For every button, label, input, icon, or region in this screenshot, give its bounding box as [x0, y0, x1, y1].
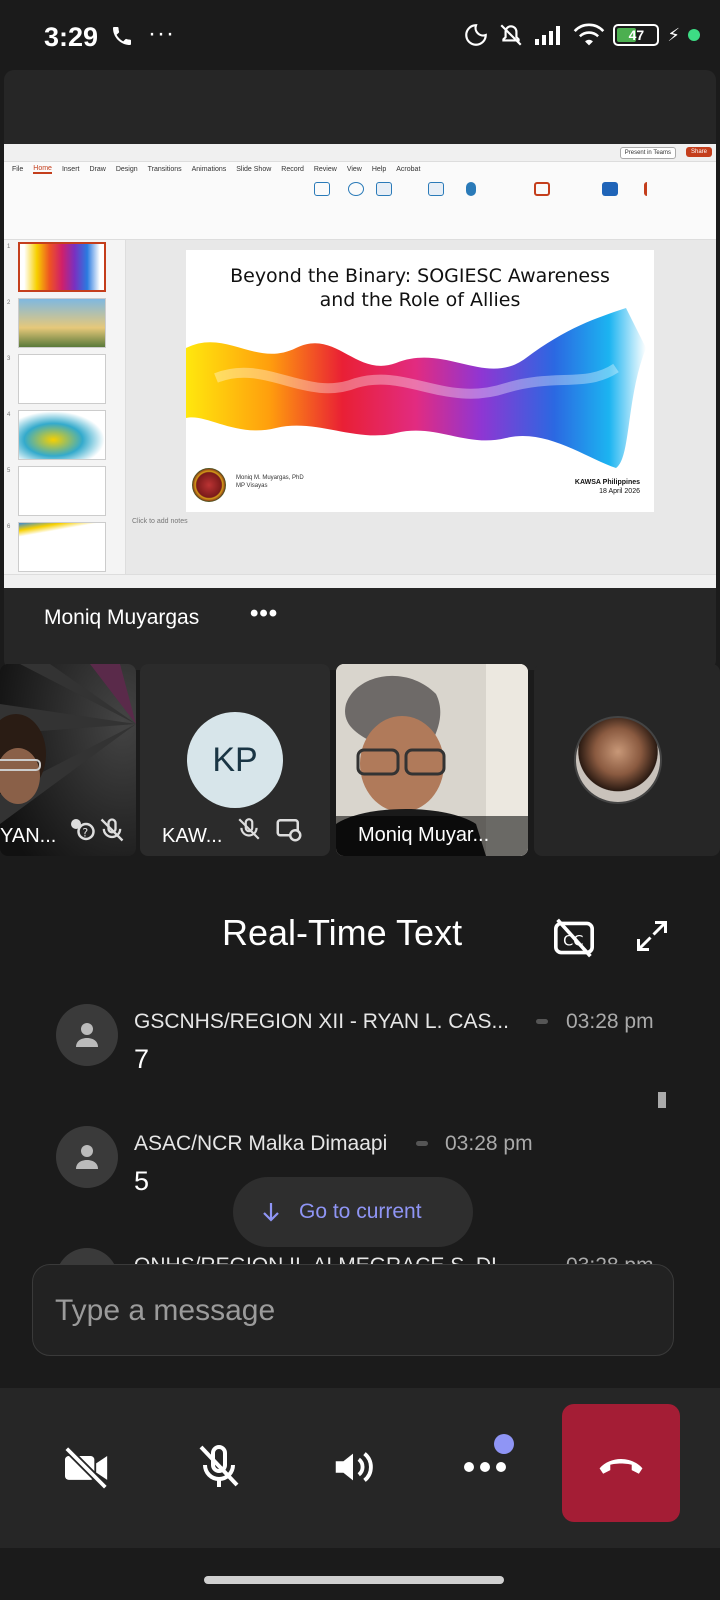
- person-icon: [76, 1023, 98, 1047]
- ppt-share-button: Share: [685, 147, 712, 157]
- scrollbar[interactable]: [658, 1092, 666, 1108]
- mic-off-icon: [199, 1445, 239, 1487]
- message-time: 03:28 pm: [566, 1010, 654, 1033]
- shared-content-stage[interactable]: Present in Teams Share File Home Insert Dra…: [4, 70, 716, 670]
- sender-name: GSCNHS/REGION XII - RYAN L. CAS...: [134, 1010, 509, 1033]
- status-time: 3:29: [44, 22, 99, 52]
- ppt-tab: Draw: [89, 165, 106, 173]
- presenter-more-button[interactable]: •••: [250, 600, 278, 628]
- slide-presenter: Moniq M. Muyargas, PhD MP Visayas: [236, 475, 304, 489]
- notification-dot: [494, 1434, 514, 1454]
- person-icon: [76, 1145, 98, 1169]
- mute-icon: [500, 24, 522, 46]
- slide-organization: KAWSA Philippines 18 April 2026: [574, 479, 640, 495]
- slide-title: Beyond the Binary: SOGIESC Awareness and…: [230, 265, 610, 311]
- mic-off-icon: [100, 818, 124, 842]
- speaker-icon: [335, 1452, 373, 1482]
- ppt-tab: Acrobat: [396, 165, 421, 173]
- privacy-indicator: [688, 29, 700, 41]
- avatar: [574, 716, 662, 804]
- svg-text:?: ?: [82, 827, 88, 840]
- camera-off-button[interactable]: [32, 1412, 142, 1522]
- present-in-teams-button: Present in Teams: [619, 147, 676, 159]
- participant-tile[interactable]: Moniq Muyar...: [336, 664, 528, 856]
- presenter-name: Moniq Muyargas: [44, 606, 200, 629]
- home-indicator[interactable]: [204, 1576, 504, 1584]
- hang-up-button[interactable]: [562, 1404, 680, 1522]
- ppt-tab: Help: [371, 165, 387, 173]
- ppt-ribbon-tabs: File Home Insert Draw Design Transitions Anima…: [4, 162, 716, 176]
- speaker-button[interactable]: [298, 1412, 408, 1522]
- ppt-tab: Insert: [61, 165, 80, 173]
- ppt-tab: File: [12, 165, 24, 173]
- avatar: [56, 1004, 118, 1066]
- ppt-titlebar: Present in Teams Share: [4, 144, 716, 162]
- video-off-icon: [64, 1446, 108, 1489]
- ppt-tab: Home: [33, 164, 52, 174]
- ppt-tab: Review: [313, 165, 337, 173]
- typing-indicator: [416, 1141, 428, 1146]
- avatar: [56, 1126, 118, 1188]
- slide-thumbnails: 1 2 3 4 5 6: [4, 240, 126, 574]
- ppt-tab: Design: [115, 165, 138, 173]
- status-more: ···: [148, 20, 175, 47]
- message-input[interactable]: [55, 1291, 645, 1331]
- ppt-tab: View: [346, 165, 362, 173]
- current-slide: Beyond the Binary: SOGIESC Awareness and…: [186, 250, 654, 512]
- participant-name: YAN...: [0, 825, 57, 847]
- go-to-current-button[interactable]: Go to current: [233, 1177, 473, 1247]
- captions-off-icon[interactable]: CC: [552, 918, 596, 958]
- rainbow-smoke-graphic: [186, 308, 646, 468]
- screen-share-icon: [276, 819, 302, 842]
- expand-icon[interactable]: [634, 918, 670, 954]
- sender-name: ASAC/NCR Malka Dimaapi: [134, 1132, 388, 1155]
- phone-hangup-icon: [599, 1458, 643, 1474]
- ppt-ribbon: [4, 176, 716, 240]
- ppt-tab: Slide Show: [236, 165, 272, 173]
- ppt-tab: Record: [281, 165, 304, 173]
- status-icons: 47 ⚡: [463, 22, 700, 48]
- typing-indicator: [536, 1019, 548, 1024]
- message-text: 7: [134, 1044, 150, 1074]
- more-options-button[interactable]: [430, 1412, 540, 1522]
- message-time: 03:28 pm: [445, 1132, 533, 1155]
- participant-name: KAW...: [162, 825, 223, 847]
- status-bar: 3:29 ··· 47 ⚡: [0, 0, 720, 78]
- go-to-current-label: Go to current: [299, 1200, 422, 1223]
- message-composer[interactable]: [32, 1264, 674, 1356]
- charging-icon: ⚡: [667, 24, 680, 45]
- participant-tile[interactable]: YAN... ?: [0, 664, 136, 856]
- arrow-down-icon: [263, 1203, 279, 1222]
- rtt-panel-title: Real-Time Text: [222, 912, 463, 953]
- avatar: KP: [187, 712, 283, 808]
- mic-off-button[interactable]: [164, 1412, 274, 1522]
- slide-notes: Click to add notes: [132, 518, 188, 525]
- moon-icon: [465, 24, 488, 46]
- slide-canvas: Beyond the Binary: SOGIESC Awareness and…: [126, 240, 716, 574]
- signal-icon: [535, 26, 561, 45]
- more-icon: [464, 1462, 506, 1472]
- participant-name: Moniq Muyar...: [336, 816, 528, 856]
- participant-tile[interactable]: KP KAW...: [140, 664, 330, 856]
- phone-icon: [113, 27, 131, 45]
- shared-screen: Present in Teams Share File Home Insert Dra…: [4, 144, 716, 588]
- message-text: 5: [134, 1166, 150, 1196]
- raised-hand-help-icon: ?: [71, 819, 95, 841]
- list-item: ONHS/REGION II- ALMEGRACE S. DI... 03:28…: [56, 1244, 676, 1266]
- ppt-statusbar: [4, 574, 716, 588]
- participant-tile[interactable]: [534, 664, 720, 856]
- ppt-tab: Transitions: [147, 165, 182, 173]
- ppt-tab: Animations: [191, 165, 227, 173]
- wifi-icon: [574, 23, 605, 46]
- mic-off-icon: [238, 818, 260, 840]
- battery-icon: 47: [613, 24, 660, 46]
- organization-seal: [192, 468, 226, 502]
